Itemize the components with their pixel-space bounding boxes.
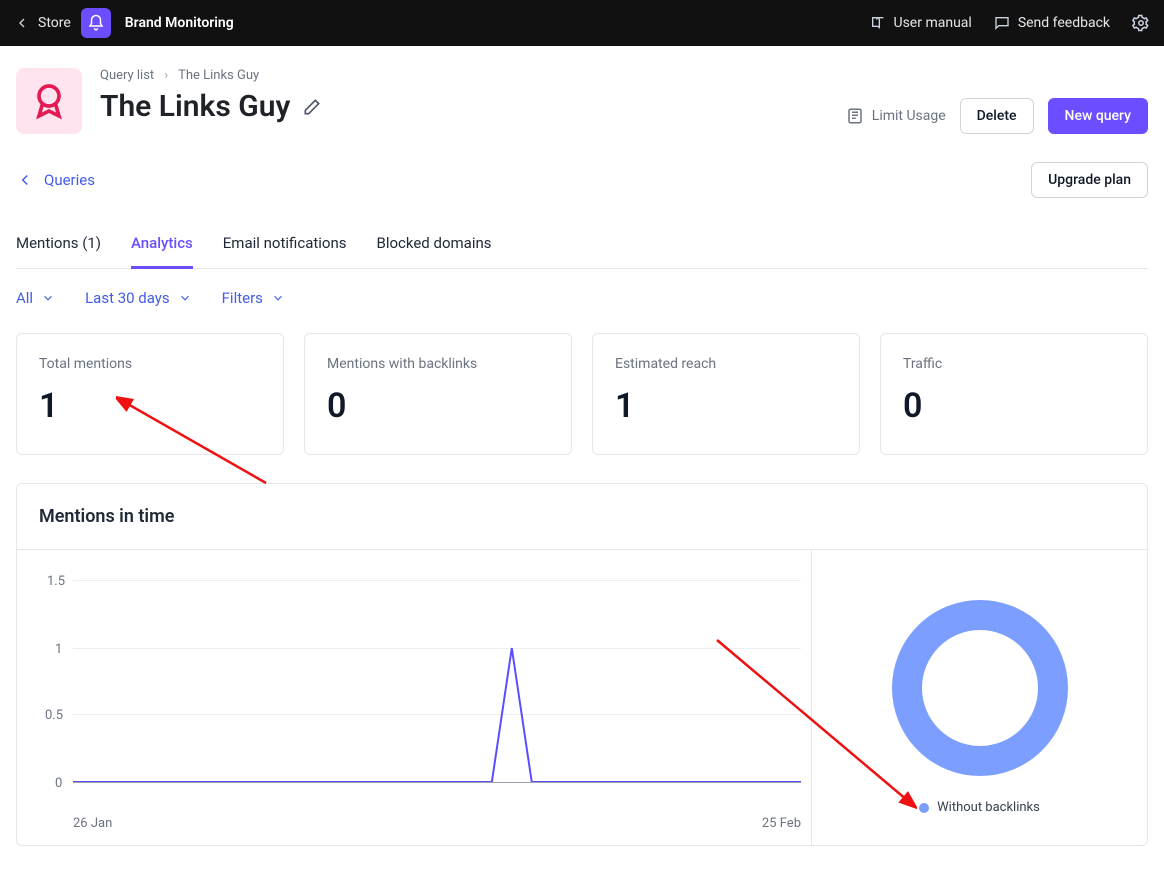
y-tick: 1	[55, 642, 62, 657]
header-row: Query list › The Links Guy The Links Guy…	[16, 68, 1148, 134]
subheader: Queries Upgrade plan	[16, 162, 1148, 198]
edit-icon[interactable]	[302, 97, 322, 117]
stat-cards: Total mentions 1 Mentions with backlinks…	[16, 333, 1148, 455]
y-tick: 0.5	[45, 708, 63, 723]
card-value: 1	[39, 386, 261, 426]
store-label: Store	[38, 15, 71, 31]
y-tick: 1.5	[47, 574, 65, 589]
filter-range-label: Last 30 days	[85, 289, 170, 307]
donut-chart: Without backlinks	[812, 550, 1147, 845]
page-title: The Links Guy	[100, 89, 322, 124]
filter-bar: All Last 30 days Filters	[16, 289, 1148, 307]
breadcrumb-current: The Links Guy	[178, 68, 259, 83]
chart-area: 1.5 1 0.5 0	[73, 580, 801, 810]
card-total-mentions: Total mentions 1	[16, 333, 284, 455]
arrow-left-icon	[14, 15, 30, 31]
tab-email-notifications[interactable]: Email notifications	[223, 234, 347, 268]
card-label: Traffic	[903, 356, 1125, 372]
feedback-icon	[994, 15, 1010, 31]
panel-title: Mentions in time	[17, 484, 1147, 527]
bell-icon	[87, 14, 105, 32]
page-title-text: The Links Guy	[100, 89, 290, 124]
tabs: Mentions (1) Analytics Email notificatio…	[16, 234, 1148, 269]
tab-mentions[interactable]: Mentions (1)	[16, 234, 101, 268]
chevron-down-icon	[41, 291, 55, 305]
card-traffic: Traffic 0	[880, 333, 1148, 455]
upgrade-plan-button[interactable]: Upgrade plan	[1031, 162, 1148, 198]
ribbon-icon	[29, 81, 69, 121]
new-query-button[interactable]: New query	[1048, 98, 1148, 134]
y-tick: 0	[55, 776, 62, 791]
gear-icon[interactable]	[1132, 14, 1150, 32]
chart-row: 1.5 1 0.5 0 26 Jan 25 Feb	[17, 549, 1147, 845]
page: Query list › The Links Guy The Links Guy…	[0, 46, 1164, 846]
user-manual-link[interactable]: User manual	[870, 15, 972, 31]
usage-icon	[846, 107, 864, 125]
x-tick-end: 25 Feb	[762, 816, 801, 831]
app-title: Brand Monitoring	[125, 15, 234, 31]
legend-item: Without backlinks	[919, 800, 1040, 815]
back-to-queries[interactable]: Queries	[16, 171, 95, 189]
card-value: 0	[903, 386, 1125, 426]
x-axis: 26 Jan 25 Feb	[73, 816, 801, 831]
card-value: 1	[615, 386, 837, 426]
tab-analytics[interactable]: Analytics	[131, 234, 193, 269]
book-icon	[870, 15, 886, 31]
card-label: Total mentions	[39, 356, 261, 372]
filter-date-range[interactable]: Last 30 days	[85, 289, 192, 307]
user-manual-label: User manual	[894, 15, 972, 31]
line-chart: 1.5 1 0.5 0 26 Jan 25 Feb	[17, 550, 812, 845]
send-feedback-label: Send feedback	[1018, 15, 1110, 31]
app-badge	[16, 68, 82, 134]
filter-filters[interactable]: Filters	[222, 289, 285, 307]
app-icon	[81, 8, 111, 38]
x-tick-start: 26 Jan	[73, 816, 112, 831]
back-to-store[interactable]: Store	[14, 15, 71, 31]
line-path	[73, 580, 801, 782]
legend-dot-icon	[919, 803, 929, 813]
chevron-down-icon	[271, 291, 285, 305]
card-value: 0	[327, 386, 549, 426]
send-feedback-link[interactable]: Send feedback	[994, 15, 1110, 31]
card-reach: Estimated reach 1	[592, 333, 860, 455]
topbar: Store Brand Monitoring User manual Send …	[0, 0, 1164, 46]
chevron-down-icon	[178, 291, 192, 305]
header-actions: Limit Usage Delete New query	[846, 68, 1148, 134]
back-link-label: Queries	[44, 171, 95, 189]
filter-all-label: All	[16, 289, 33, 307]
breadcrumb: Query list › The Links Guy	[100, 68, 322, 83]
legend-label: Without backlinks	[937, 800, 1040, 815]
card-label: Estimated reach	[615, 356, 837, 372]
breadcrumb-separator: ›	[164, 68, 168, 83]
filter-all[interactable]: All	[16, 289, 55, 307]
donut-ring	[892, 600, 1068, 776]
limit-usage-link[interactable]: Limit Usage	[846, 107, 946, 125]
card-label: Mentions with backlinks	[327, 356, 549, 372]
delete-button[interactable]: Delete	[960, 98, 1034, 134]
card-backlinks: Mentions with backlinks 0	[304, 333, 572, 455]
filter-filters-label: Filters	[222, 289, 263, 307]
limit-usage-label: Limit Usage	[872, 108, 946, 124]
tab-blocked-domains[interactable]: Blocked domains	[377, 234, 492, 268]
arrow-left-icon	[16, 171, 34, 189]
mentions-panel: Mentions in time 1.5 1 0.5 0	[16, 483, 1148, 846]
breadcrumb-root[interactable]: Query list	[100, 68, 154, 83]
